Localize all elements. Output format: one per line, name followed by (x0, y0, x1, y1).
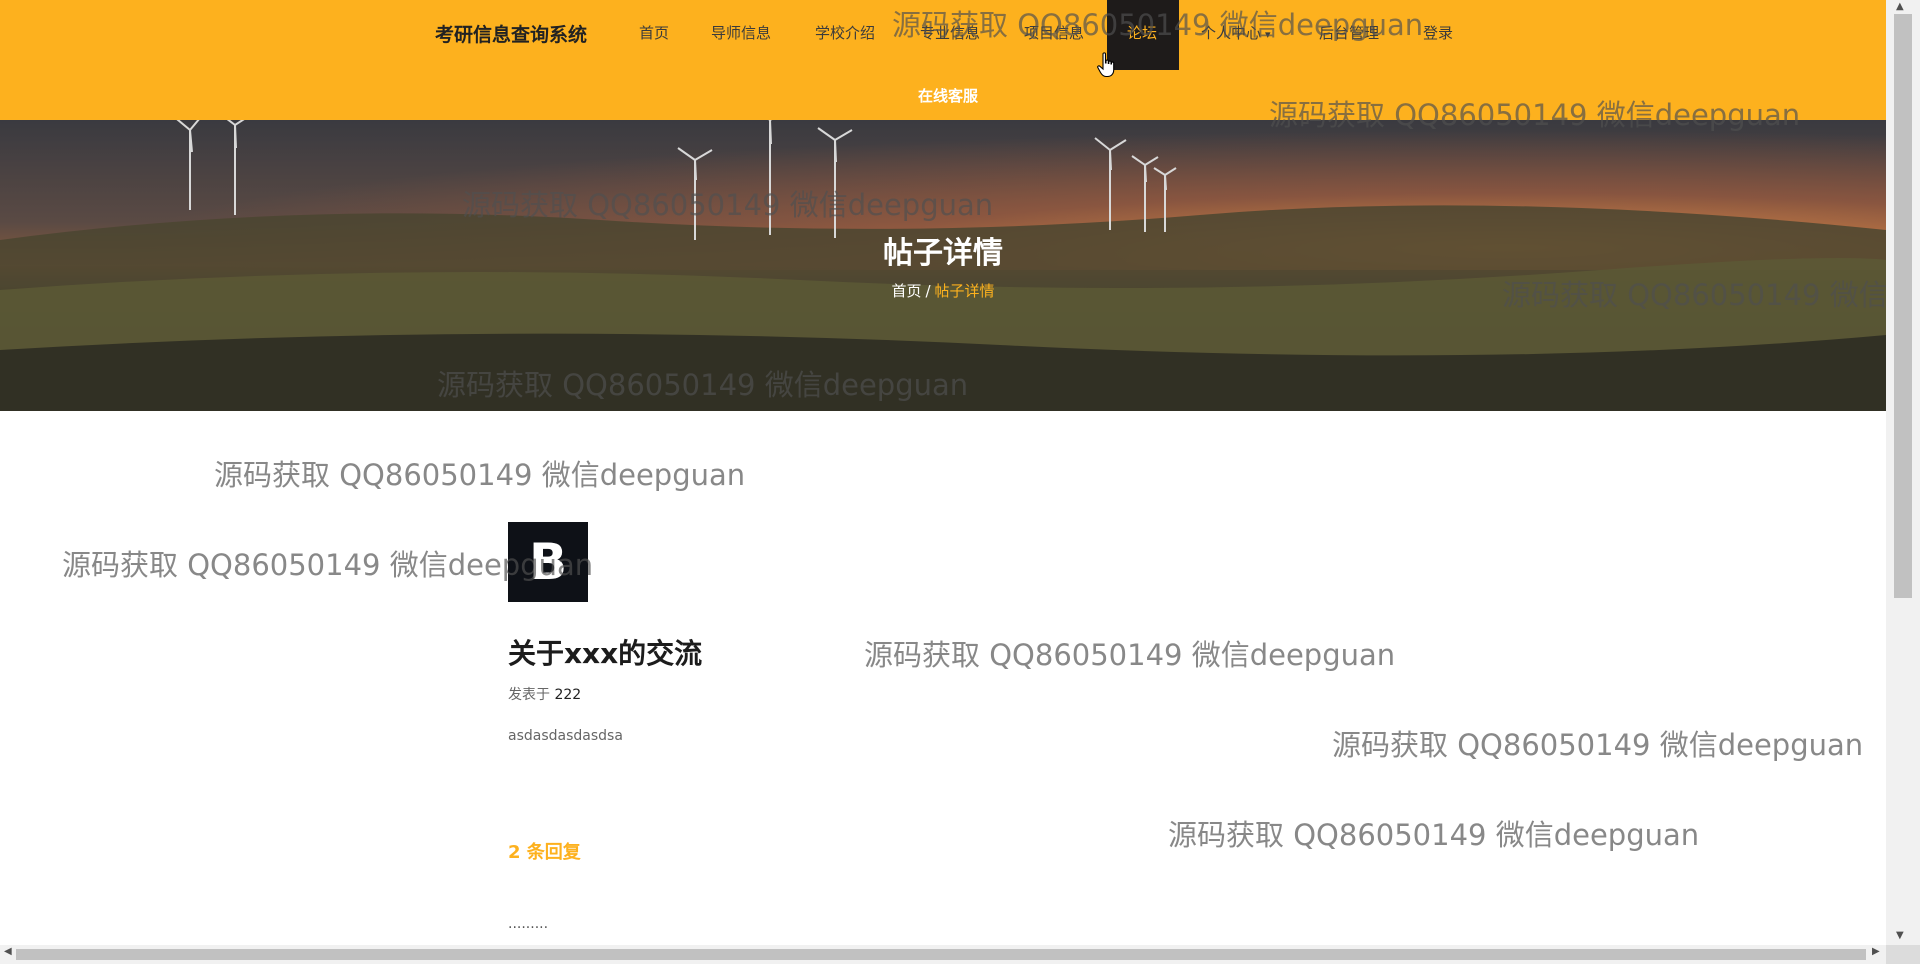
page-viewport: 考研信息查询系统 首页 导师信息 学校介绍 专业信息 项目信息 论坛 个人中心 ▾… (0, 0, 1886, 945)
watermark: 源码获取 QQ86050149 微信deepguan (1269, 98, 1801, 132)
breadcrumb-current: 帖子详情 (934, 282, 995, 300)
nav-login[interactable]: 登录 (1423, 22, 1453, 43)
scroll-up-arrow-icon[interactable]: ▲ (1896, 1, 1904, 12)
breadcrumb-home[interactable]: 首页 (891, 282, 921, 300)
nav-tutor-info[interactable]: 导师信息 (711, 22, 771, 43)
watermark: 源码获取 QQ86050149 微信deepguan (462, 188, 994, 222)
horizontal-scroll-thumb[interactable] (16, 949, 1866, 960)
online-service-link[interactable]: 在线客服 (918, 85, 978, 106)
scroll-left-arrow-icon[interactable]: ◀ (4, 946, 12, 957)
scrollbar-corner (1886, 945, 1920, 964)
hand-cursor-icon (1097, 52, 1115, 78)
reply-item: ......... (508, 916, 549, 932)
scroll-down-arrow-icon[interactable]: ▼ (1896, 930, 1904, 941)
post-content: asdasdasdasdsa (508, 728, 623, 744)
nav-school-intro[interactable]: 学校介绍 (815, 22, 875, 43)
watermark: 源码获取 QQ86050149 微信deepguan (864, 638, 1396, 672)
watermark: 源码获取 QQ86050149 微信deepguan (892, 8, 1424, 42)
nav-home[interactable]: 首页 (639, 22, 669, 43)
watermark: 源码获取 QQ86050149 微信deepguan (1502, 278, 1886, 312)
reply-count: 2 条回复 (508, 842, 581, 863)
page-title: 帖子详情 (883, 236, 1003, 271)
watermark: 源码获取 QQ86050149 微信deepguan (62, 548, 594, 582)
watermark: 源码获取 QQ86050149 微信deepguan (1168, 818, 1700, 852)
watermark: 源码获取 QQ86050149 微信deepguan (437, 368, 969, 402)
post-meta-prefix: 发表于 (508, 687, 550, 703)
site-brand[interactable]: 考研信息查询系统 (435, 20, 587, 47)
post-meta: 发表于 222 (508, 684, 581, 704)
breadcrumb-separator: / (925, 282, 931, 300)
horizontal-scrollbar[interactable]: ◀ ▶ (0, 945, 1886, 964)
vertical-scrollbar[interactable]: ▲ ▼ (1886, 0, 1920, 945)
scroll-right-arrow-icon[interactable]: ▶ (1872, 946, 1880, 957)
watermark: 源码获取 QQ86050149 微信deepguan (214, 458, 746, 492)
vertical-scroll-thumb[interactable] (1894, 14, 1912, 598)
post-author: 222 (554, 687, 582, 703)
post-title: 关于xxx的交流 (508, 637, 703, 670)
watermark: 源码获取 QQ86050149 微信deepguan (1332, 728, 1864, 762)
